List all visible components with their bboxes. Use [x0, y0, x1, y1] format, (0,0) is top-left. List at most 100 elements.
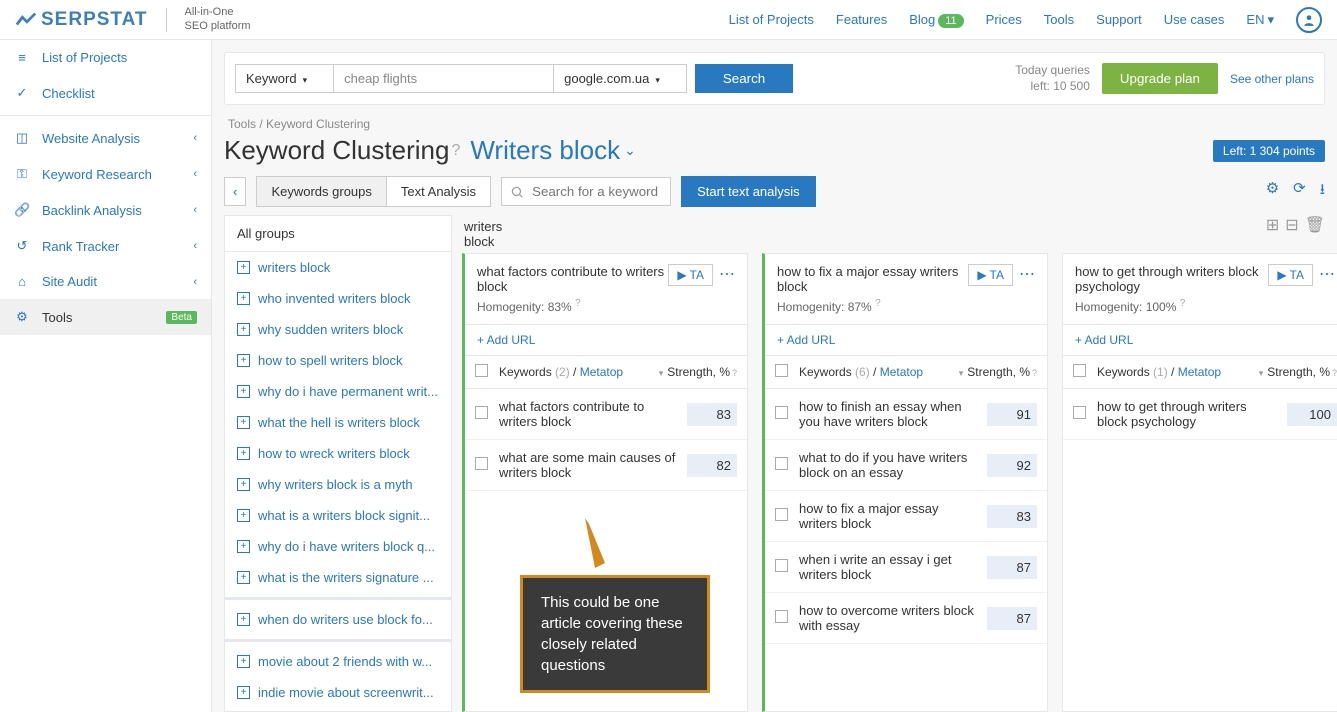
keywords-column-header[interactable]: Keywords (2) / Metatop — [499, 365, 647, 379]
nav-use-cases[interactable]: Use cases — [1164, 12, 1225, 27]
nav-support[interactable]: Support — [1096, 12, 1142, 27]
download-icon[interactable]: ⭳ — [1320, 179, 1325, 204]
project-selector[interactable]: Writers block⌄ — [470, 135, 636, 166]
row-checkbox[interactable] — [775, 508, 788, 521]
row-checkbox[interactable] — [475, 406, 488, 419]
expand-icon[interactable]: + — [237, 261, 250, 274]
group-item[interactable]: +what is the writers signature ... — [225, 562, 451, 593]
group-item[interactable]: +when do writers use block fo... — [225, 604, 451, 635]
row-checkbox[interactable] — [1073, 406, 1086, 419]
expand-icon[interactable]: + — [237, 354, 250, 367]
row-checkbox[interactable] — [775, 406, 788, 419]
row-checkbox[interactable] — [475, 457, 488, 470]
expand-icon[interactable]: + — [237, 385, 250, 398]
upgrade-button[interactable]: Upgrade plan — [1102, 63, 1218, 94]
expand-icon[interactable]: + — [237, 540, 250, 553]
sidebar-item-website-analysis[interactable]: ◫ Website Analysis ‹ — [0, 120, 211, 156]
search-engine-select[interactable]: google.com.ua — [554, 64, 687, 93]
top-header: SERPSTAT All-in-One SEO platform List of… — [0, 0, 1337, 40]
expand-icon[interactable]: + — [237, 292, 250, 305]
search-type-select[interactable]: Keyword — [235, 64, 334, 93]
more-icon[interactable]: ⋯ — [1019, 264, 1035, 284]
nav-features[interactable]: Features — [836, 12, 887, 27]
sidebar-item-site-audit[interactable]: ⌂ Site Audit ‹ — [0, 264, 211, 299]
add-url-link[interactable]: + Add URL — [765, 325, 1047, 356]
ta-button[interactable]: ▶ TA — [1268, 264, 1313, 286]
cluster-homogenity: Homogenity: 87% ? — [777, 298, 968, 314]
nav-prices[interactable]: Prices — [986, 12, 1022, 27]
nav-blog[interactable]: Blog11 — [909, 12, 963, 27]
more-icon[interactable]: ⋯ — [1319, 264, 1335, 284]
expand-icon[interactable]: + — [237, 509, 250, 522]
group-item[interactable]: +why do i have permanent writ... — [225, 376, 451, 407]
language-selector[interactable]: EN▾ — [1246, 12, 1274, 28]
strength-column-header[interactable]: Strength, %? — [1247, 365, 1337, 379]
expand-icon[interactable]: + — [237, 686, 250, 699]
help-icon[interactable]: ? — [451, 142, 460, 160]
row-checkbox[interactable] — [775, 610, 788, 623]
strength-column-header[interactable]: Strength, %? — [647, 365, 737, 379]
group-item[interactable]: +indie movie about screenwrit... — [225, 677, 451, 708]
more-icon[interactable]: ⋯ — [719, 264, 735, 284]
sidebar-item-checklist[interactable]: ✓ Checklist — [0, 75, 211, 111]
group-item[interactable]: +writers block — [225, 252, 451, 283]
nav-projects[interactable]: List of Projects — [729, 12, 814, 27]
group-item[interactable]: +movie about 2 friends with w... — [225, 646, 451, 677]
see-plans-link[interactable]: See other plans — [1230, 72, 1314, 86]
group-label: what the hell is writers block — [258, 415, 420, 430]
sidebar-item-backlink-analysis[interactable]: 🔗 Backlink Analysis ‹ — [0, 192, 211, 228]
keyword-text: what are some main causes of writers blo… — [499, 450, 687, 480]
expand-icon[interactable]: + — [237, 655, 250, 668]
strength-column-header[interactable]: Strength, %? — [947, 365, 1037, 379]
group-item[interactable]: +what is a writers block signit... — [225, 500, 451, 531]
expand-icon[interactable]: + — [237, 447, 250, 460]
search-button[interactable]: Search — [695, 64, 793, 93]
select-all-checkbox[interactable] — [475, 364, 488, 377]
select-all-checkbox[interactable] — [1073, 364, 1086, 377]
group-item[interactable]: +why sudden writers block — [225, 314, 451, 345]
group-item[interactable]: +who invented writers block — [225, 283, 451, 314]
sidebar-item-keyword-research[interactable]: ⚿ Keyword Research ‹ — [0, 156, 211, 192]
row-checkbox[interactable] — [775, 457, 788, 470]
keyword-search-input[interactable] — [501, 177, 671, 206]
remove-cluster-icon[interactable]: ⊟ — [1285, 215, 1298, 235]
add-url-link[interactable]: + Add URL — [465, 325, 747, 356]
cluster-rows: how to finish an essay when you have wri… — [765, 389, 1047, 711]
avatar[interactable] — [1296, 7, 1322, 33]
group-item[interactable]: + what the hell is writers block — [225, 407, 451, 438]
sidebar-item-list-of-projects[interactable]: ≡ List of Projects — [0, 40, 211, 75]
group-item[interactable]: +how to wreck writers block — [225, 438, 451, 469]
sidebar-item-label: Keyword Research — [42, 167, 152, 182]
refresh-icon[interactable]: ⟳ — [1293, 179, 1306, 204]
logo[interactable]: SERPSTAT — [15, 9, 148, 31]
ta-button[interactable]: ▶ TA — [968, 264, 1013, 286]
group-item[interactable]: +why writers block is a myth — [225, 469, 451, 500]
expand-icon[interactable]: + — [237, 571, 250, 584]
nav-tools[interactable]: Tools — [1044, 12, 1074, 27]
row-checkbox[interactable] — [775, 559, 788, 572]
keywords-column-header[interactable]: Keywords (1) / Metatop — [1097, 365, 1247, 379]
expand-icon[interactable]: + — [237, 478, 250, 491]
delete-icon[interactable]: 🗑 — [1305, 215, 1325, 235]
group-item[interactable]: +why do i have writers block q... — [225, 531, 451, 562]
ta-button[interactable]: ▶ TA — [668, 264, 713, 286]
group-item[interactable]: +how to spell writers block — [225, 345, 451, 376]
select-all-checkbox[interactable] — [775, 364, 788, 377]
expand-icon[interactable]: + — [237, 323, 250, 336]
keywords-column-header[interactable]: Keywords (6) / Metatop — [799, 365, 947, 379]
add-url-link[interactable]: + Add URL — [1063, 325, 1337, 356]
logo-icon — [15, 11, 37, 29]
add-cluster-icon[interactable]: ⊞ — [1266, 215, 1279, 235]
keyword-text: how to get through writers block psychol… — [1097, 399, 1287, 429]
expand-icon[interactable]: + — [237, 613, 250, 626]
tab-text-analysis[interactable]: Text Analysis — [387, 176, 491, 207]
search-input[interactable]: cheap flights — [334, 64, 554, 93]
tab-keywords-groups[interactable]: Keywords groups — [256, 176, 386, 207]
sidebar-item-tools[interactable]: ⚙ Tools Beta — [0, 299, 211, 335]
cluster-table-head: Keywords (6) / Metatop Strength, %? — [765, 356, 1047, 389]
collapse-button[interactable]: ‹ — [224, 177, 246, 206]
sidebar-item-rank-tracker[interactable]: ↺ Rank Tracker ‹ — [0, 228, 211, 264]
start-text-analysis-button[interactable]: Start text analysis — [681, 176, 816, 207]
expand-icon[interactable]: + — [237, 416, 250, 429]
gear-icon[interactable]: ⚙ — [1266, 179, 1279, 204]
